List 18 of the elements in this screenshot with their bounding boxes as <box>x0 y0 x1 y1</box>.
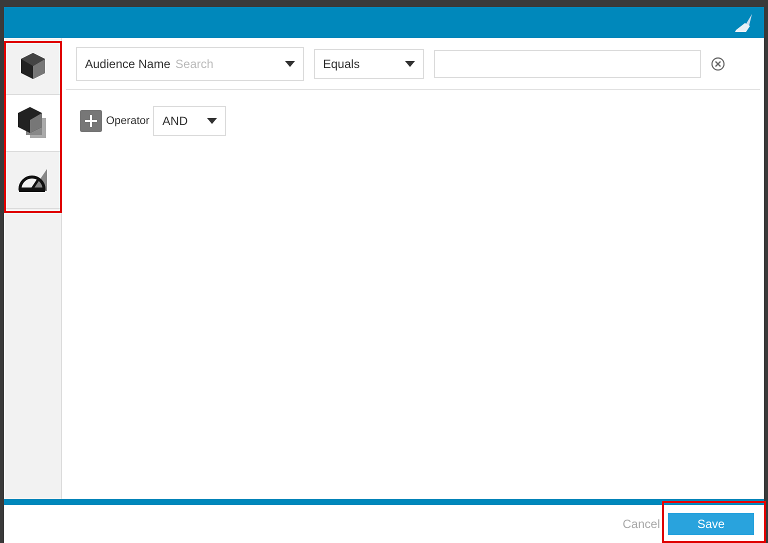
search-placeholder: Search <box>175 56 214 72</box>
field-label: Audience Name <box>85 56 170 72</box>
plus-icon <box>85 115 97 127</box>
protractor-icon <box>18 167 48 193</box>
caret-icon <box>285 60 295 66</box>
operator-select[interactable]: AND <box>153 106 226 136</box>
value-field[interactable] <box>434 50 701 78</box>
sidebar-tab[interactable] <box>4 95 61 152</box>
cube-icon <box>20 52 46 80</box>
field-select[interactable]: Audience Name Search <box>76 46 304 80</box>
clear-icon[interactable] <box>711 56 725 70</box>
cubes-icon <box>18 106 48 140</box>
operator-label: Operator <box>106 114 150 129</box>
add-button[interactable] <box>80 110 102 132</box>
condition-select[interactable]: Equals <box>314 48 424 78</box>
caret-icon <box>405 60 415 66</box>
broom-icon[interactable] <box>734 14 754 32</box>
caret-icon <box>207 118 218 124</box>
